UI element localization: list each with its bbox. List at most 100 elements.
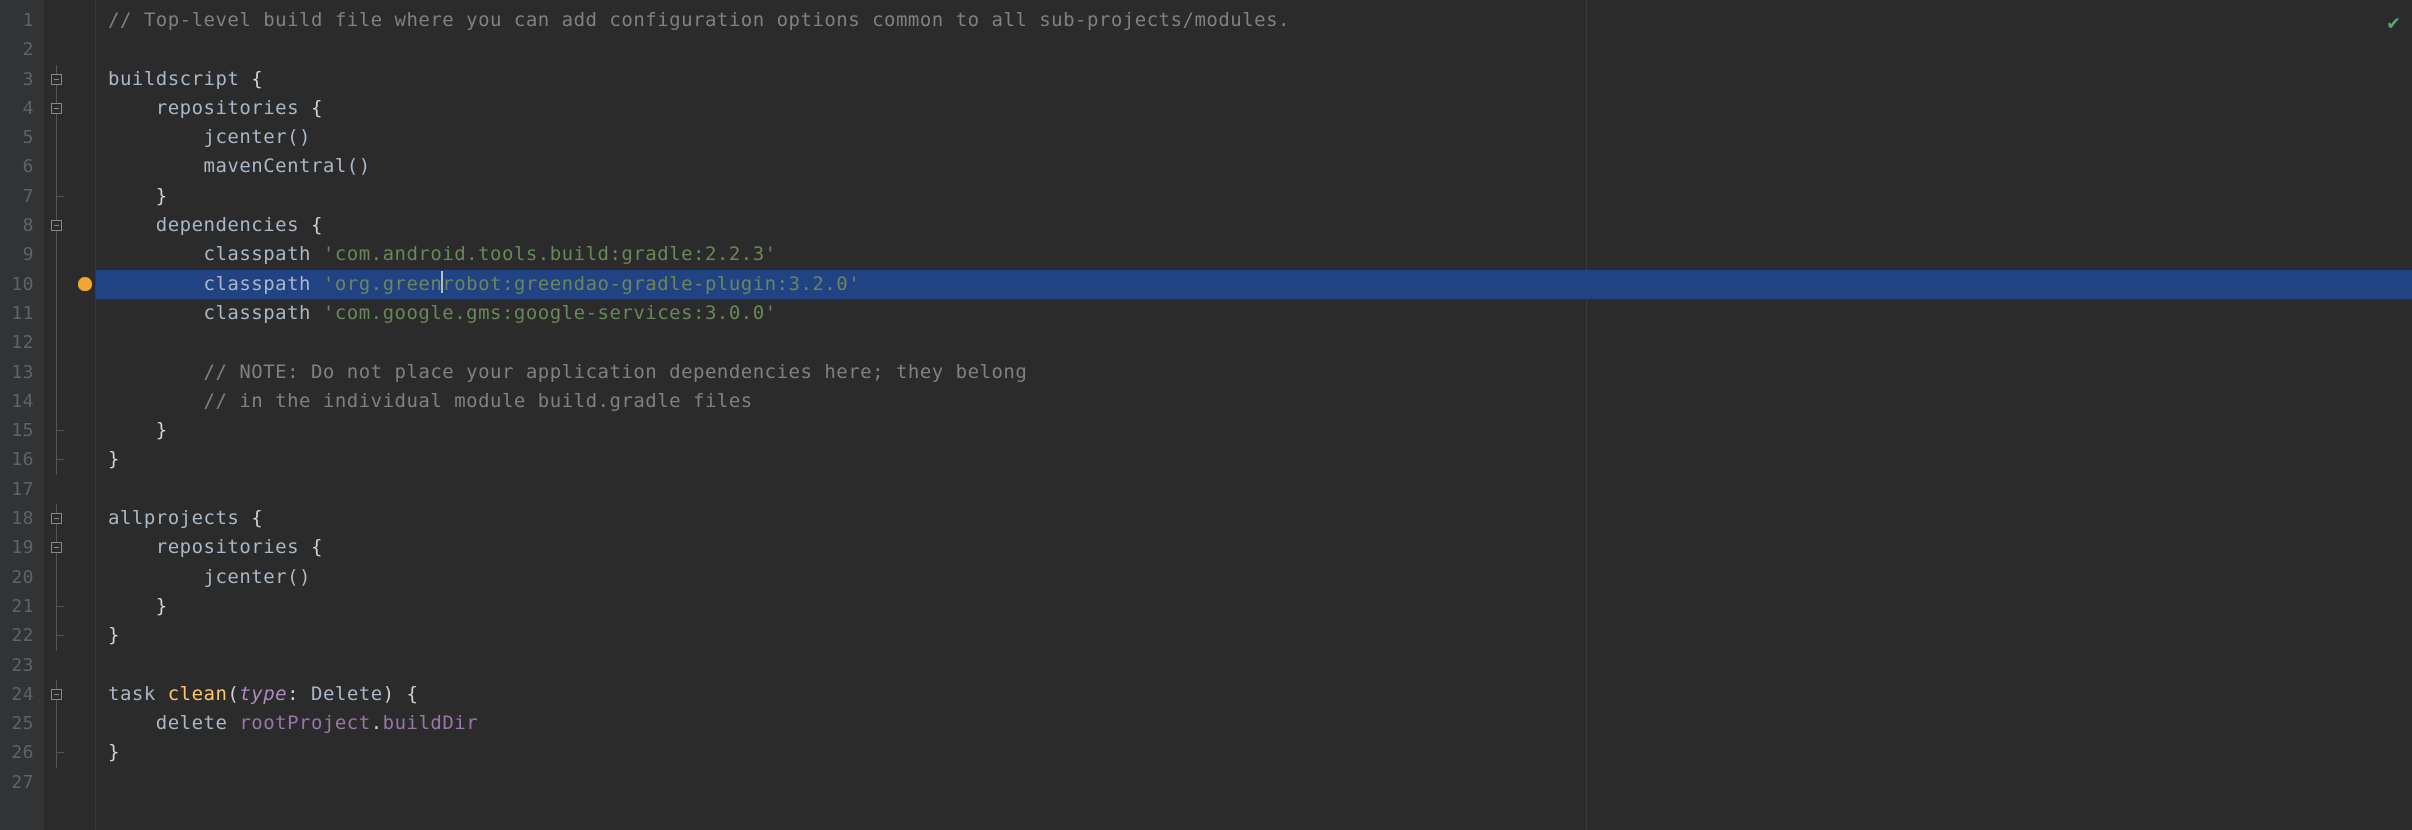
line-number: 7 (0, 182, 44, 211)
code-line: } (96, 445, 2412, 474)
token: { (311, 214, 323, 236)
token: Delete (311, 683, 383, 705)
token: dependencies (156, 214, 311, 236)
token: rootProject (239, 712, 370, 734)
code-line (96, 768, 2412, 797)
string-token: 'org.green (323, 273, 442, 295)
token: jcenter() (204, 126, 311, 148)
line-number: 20 (0, 563, 44, 592)
fold-toggle-icon[interactable] (51, 220, 62, 231)
code-line: classpath 'com.google.gms:google-service… (96, 299, 2412, 328)
fold-toggle-icon[interactable] (51, 74, 62, 85)
code-editor[interactable]: 1 2 3 4 5 6 7 8 9 10 11 12 13 14 15 16 1… (0, 0, 2412, 830)
line-number: 6 (0, 152, 44, 181)
line-number: 22 (0, 621, 44, 650)
code-line: delete rootProject.buildDir (96, 709, 2412, 738)
token: jcenter() (204, 566, 311, 588)
code-line: task clean(type: Delete) { (96, 680, 2412, 709)
code-line (96, 651, 2412, 680)
line-number: 3 (0, 65, 44, 94)
line-number: 10 (0, 270, 44, 299)
token: delete (156, 712, 240, 734)
line-number: 2 (0, 35, 44, 64)
comment-text: // NOTE: Do not place your application d… (204, 361, 1028, 383)
code-line: } (96, 416, 2412, 445)
string-token: robot:greendao-gradle-plugin:3.2.0' (442, 273, 860, 295)
token: buildDir (383, 712, 479, 734)
line-number: 17 (0, 475, 44, 504)
code-line (96, 475, 2412, 504)
line-number: 19 (0, 533, 44, 562)
fold-toggle-icon[interactable] (51, 689, 62, 700)
code-line (96, 35, 2412, 64)
code-line: } (96, 592, 2412, 621)
line-number: 1 (0, 6, 44, 35)
code-line: jcenter() (96, 123, 2412, 152)
line-number: 21 (0, 592, 44, 621)
line-number: 13 (0, 358, 44, 387)
token: } (108, 624, 120, 646)
token: { (251, 68, 263, 90)
code-line-selected: classpath 'org.greenrobot:greendao-gradl… (96, 270, 2412, 299)
code-line: buildscript { (96, 65, 2412, 94)
string-token: 'com.android.tools.build:gradle:2.2.3' (323, 243, 777, 265)
token: { (407, 683, 419, 705)
line-number: 4 (0, 94, 44, 123)
code-line: } (96, 182, 2412, 211)
line-number: 24 (0, 680, 44, 709)
token: } (156, 419, 168, 441)
code-line: jcenter() (96, 563, 2412, 592)
token: repositories (156, 97, 311, 119)
line-number: 5 (0, 123, 44, 152)
code-line: // Top-level build file where you can ad… (96, 6, 2412, 35)
intention-bulb-icon[interactable] (78, 277, 92, 291)
token: buildscript (108, 68, 251, 90)
line-number: 11 (0, 299, 44, 328)
token: . (371, 712, 383, 734)
comment-text: // in the individual module build.gradle… (204, 390, 753, 412)
token: { (311, 97, 323, 119)
token: ( (227, 683, 239, 705)
line-number: 8 (0, 211, 44, 240)
fold-gutter (44, 0, 96, 830)
line-number: 18 (0, 504, 44, 533)
token: { (251, 507, 263, 529)
fold-toggle-icon[interactable] (51, 103, 62, 114)
line-number: 9 (0, 240, 44, 269)
fold-toggle-icon[interactable] (51, 513, 62, 524)
token: classpath (204, 302, 323, 324)
token: } (156, 595, 168, 617)
line-number: 12 (0, 328, 44, 357)
line-number: 16 (0, 445, 44, 474)
code-line (96, 328, 2412, 357)
token: { (311, 536, 323, 558)
line-number: 14 (0, 387, 44, 416)
code-line: dependencies { (96, 211, 2412, 240)
code-area[interactable]: ✔ // Top-level build file where you can … (96, 0, 2412, 830)
token: ) (383, 683, 407, 705)
code-line: allprojects { (96, 504, 2412, 533)
fold-toggle-icon[interactable] (51, 542, 62, 553)
line-number: 15 (0, 416, 44, 445)
code-line: repositories { (96, 533, 2412, 562)
token: } (108, 448, 120, 470)
comment-text: // Top-level build file where you can ad… (108, 9, 1290, 31)
code-line: // in the individual module build.gradle… (96, 387, 2412, 416)
line-number: 23 (0, 651, 44, 680)
code-line: mavenCentral() (96, 152, 2412, 181)
code-line: classpath 'com.android.tools.build:gradl… (96, 240, 2412, 269)
token: mavenCentral() (204, 155, 371, 177)
string-token: 'com.google.gms:google-services:3.0.0' (323, 302, 777, 324)
token: allprojects (108, 507, 251, 529)
code-line: } (96, 621, 2412, 650)
token: repositories (156, 536, 311, 558)
token: classpath (204, 273, 323, 295)
token: classpath (204, 243, 323, 265)
line-number-gutter: 1 2 3 4 5 6 7 8 9 10 11 12 13 14 15 16 1… (0, 0, 44, 830)
token: } (108, 741, 120, 763)
token: type (239, 683, 287, 705)
token: clean (168, 683, 228, 705)
code-line: repositories { (96, 94, 2412, 123)
line-number: 26 (0, 738, 44, 767)
token: task (108, 683, 168, 705)
